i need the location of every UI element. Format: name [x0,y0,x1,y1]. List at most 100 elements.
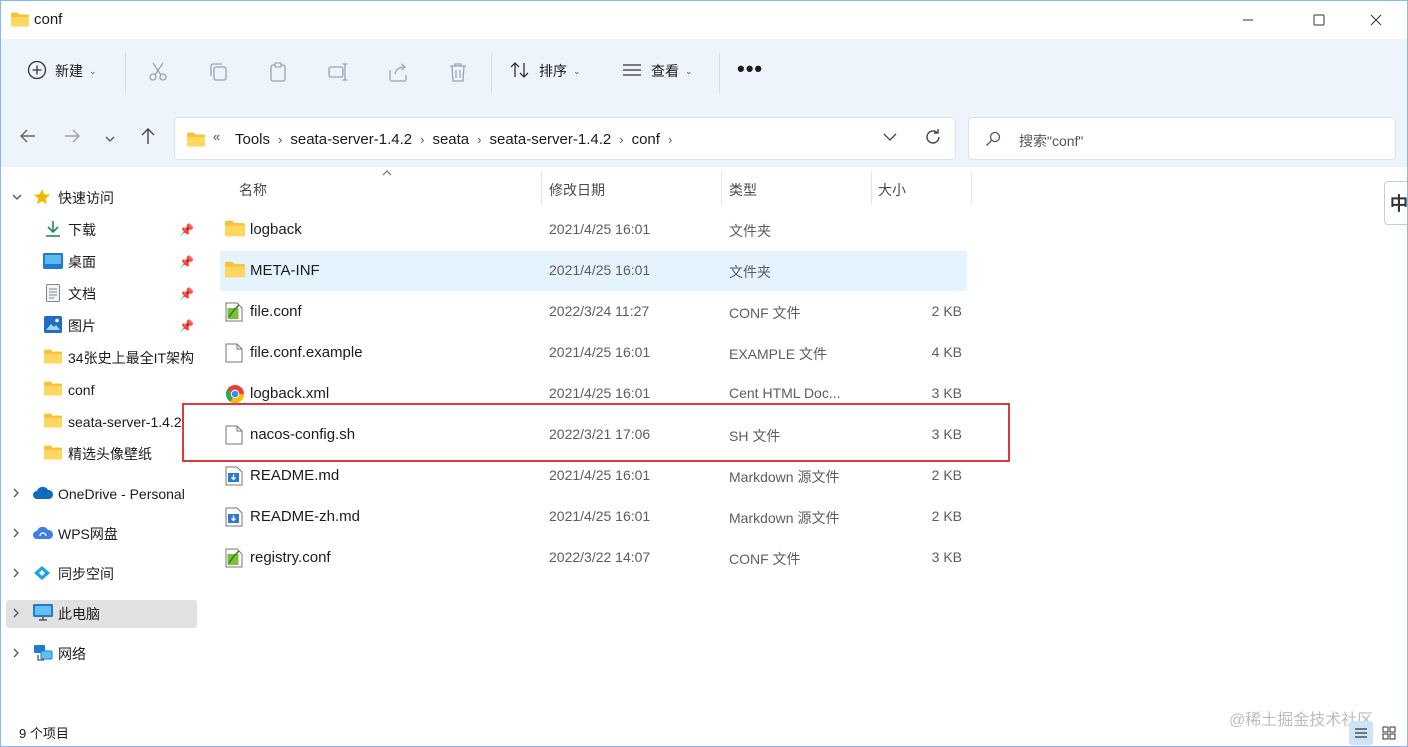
column-header-date[interactable]: 修改日期 [549,180,605,210]
refresh-icon[interactable] [923,127,943,153]
file-row[interactable]: file.conf.example 2021/4/25 16:01 EXAMPL… [220,333,967,373]
sidebar-item-wps-cloud[interactable]: WPS网盘 [1,520,197,548]
pin-icon[interactable]: 📌 [179,287,194,301]
column-divider[interactable] [721,171,722,205]
more-options-button[interactable]: ••• [737,51,763,87]
chevron-right-icon[interactable]: › [420,132,424,147]
chevron-right-icon[interactable] [12,488,20,501]
breadcrumb-item[interactable]: Tools [235,131,270,148]
breadcrumb-item[interactable]: seata [432,131,469,148]
file-row[interactable]: META-INF 2021/4/25 16:01 文件夹 [220,251,967,291]
address-bar[interactable]: « Tools › seata-server-1.4.2 › seata › s… [174,117,956,160]
sidebar-item-folder[interactable]: 34张史上最全IT架构 [1,344,197,372]
new-button[interactable]: 新建 ⌄ [27,53,97,89]
sidebar-item-this-pc[interactable]: 此电脑 [6,600,197,628]
file-row[interactable]: README.md 2021/4/25 16:01 Markdown 源文件 2… [220,456,967,496]
file-type: Cent HTML Doc... [729,385,841,401]
large-icons-view-button[interactable] [1377,721,1401,745]
sort-ascending-indicator-icon [382,168,392,179]
sidebar-item-network[interactable]: 网络 [1,640,197,668]
recent-locations-chevron-icon[interactable] [105,131,115,149]
breadcrumb-item[interactable]: seata-server-1.4.2 [490,131,612,148]
view-list-icon [621,60,643,83]
pin-icon[interactable]: 📌 [179,255,194,269]
breadcrumb-overflow[interactable]: « [213,129,220,144]
sidebar-item-desktop[interactable]: 桌面 📌 [1,248,197,276]
delete-icon[interactable] [447,61,469,83]
chevron-right-icon[interactable] [12,648,20,661]
pin-icon[interactable]: 📌 [179,319,194,333]
file-name: registry.conf [250,549,331,566]
sync-icon [33,565,51,584]
view-button-label: 查看 [651,63,679,79]
chevron-down-icon[interactable] [12,193,22,204]
sidebar-item-onedrive[interactable]: OneDrive - Personal [1,480,197,508]
file-type: Markdown 源文件 [729,510,840,526]
copy-icon[interactable] [207,61,229,83]
search-input[interactable]: 搜索"conf" [1019,131,1083,151]
sidebar-item-quick-access[interactable]: 快速访问 [1,184,197,212]
sidebar-item-documents[interactable]: 文档 📌 [1,280,197,308]
file-row[interactable]: README-zh.md 2021/4/25 16:01 Markdown 源文… [220,497,967,537]
sidebar-item-conf[interactable]: conf [1,376,197,404]
file-type: CONF 文件 [729,305,801,321]
sidebar-item-wallpapers[interactable]: 精选头像壁纸 [1,440,197,468]
column-header-size[interactable]: 大小 [878,180,906,210]
view-button[interactable]: 查看 ⌄ [621,53,693,89]
wps-cloud-icon [32,526,54,543]
pin-icon[interactable]: 📌 [179,223,194,237]
sidebar-item-label: 同步空间 [58,566,114,582]
share-icon[interactable] [387,61,409,83]
close-button[interactable] [1353,1,1399,39]
forward-arrow-icon[interactable] [63,127,81,148]
desktop-icon [43,252,63,272]
search-box[interactable]: 搜索"conf" [968,117,1396,160]
sort-icon [509,60,531,83]
chevron-right-icon[interactable]: › [278,132,282,147]
file-name: logback [250,221,302,238]
file-row[interactable]: logback 2021/4/25 16:01 文件夹 [220,210,967,250]
navigation-pane: 快速访问 下载 📌 桌面 📌 文档 📌 图片 📌 34张史上最全IT架构 con… [1,167,201,717]
markdown-file-icon [225,466,243,489]
minimize-button[interactable] [1225,1,1271,39]
breadcrumb-item[interactable]: seata-server-1.4.2 [290,131,412,148]
file-row[interactable]: registry.conf 2022/3/22 14:07 CONF 文件 3 … [220,538,967,578]
sort-button[interactable]: 排序 ⌄ [509,53,581,89]
column-divider[interactable] [871,171,872,205]
chevron-right-icon[interactable] [12,608,20,621]
chevron-right-icon[interactable] [12,528,20,541]
breadcrumb-item[interactable]: conf [632,131,660,148]
rename-icon[interactable] [327,61,349,83]
chevron-right-icon[interactable]: › [668,132,672,147]
file-row[interactable]: file.conf 2022/3/24 11:27 CONF 文件 2 KB [220,292,967,332]
sidebar-item-sync-space[interactable]: 同步空间 [1,560,197,588]
sidebar-item-label: 精选头像壁纸 [68,446,152,462]
sidebar-item-pictures[interactable]: 图片 📌 [1,312,197,340]
chevron-right-icon[interactable]: › [619,132,623,147]
cut-icon[interactable] [147,61,169,83]
column-header-type[interactable]: 类型 [729,180,757,210]
column-divider[interactable] [971,171,972,205]
chevron-right-icon[interactable] [12,568,20,581]
new-button-label: 新建 [55,63,83,79]
back-arrow-icon[interactable] [19,127,37,148]
document-icon [46,283,60,305]
address-dropdown-chevron-icon[interactable] [883,131,897,145]
column-divider[interactable] [541,171,542,205]
maximize-button[interactable] [1296,1,1342,39]
sidebar-item-seata-server[interactable]: seata-server-1.4.2 [1,408,197,436]
chevron-down-icon: ⌄ [573,65,581,76]
file-name: README.md [250,467,340,484]
column-header-name[interactable]: 名称 [239,180,267,210]
sidebar-item-label: 图片 [68,318,96,334]
sidebar-item-label: 网络 [58,646,86,662]
paste-icon[interactable] [267,61,289,83]
chevron-right-icon[interactable]: › [477,132,481,147]
file-size: 2 KB [931,303,962,319]
ime-indicator[interactable]: 中 [1384,181,1407,225]
up-arrow-icon[interactable] [139,127,157,148]
folder-icon [225,220,245,240]
network-icon [33,644,53,665]
details-view-button[interactable] [1349,721,1373,745]
sidebar-item-downloads[interactable]: 下载 📌 [1,216,197,244]
